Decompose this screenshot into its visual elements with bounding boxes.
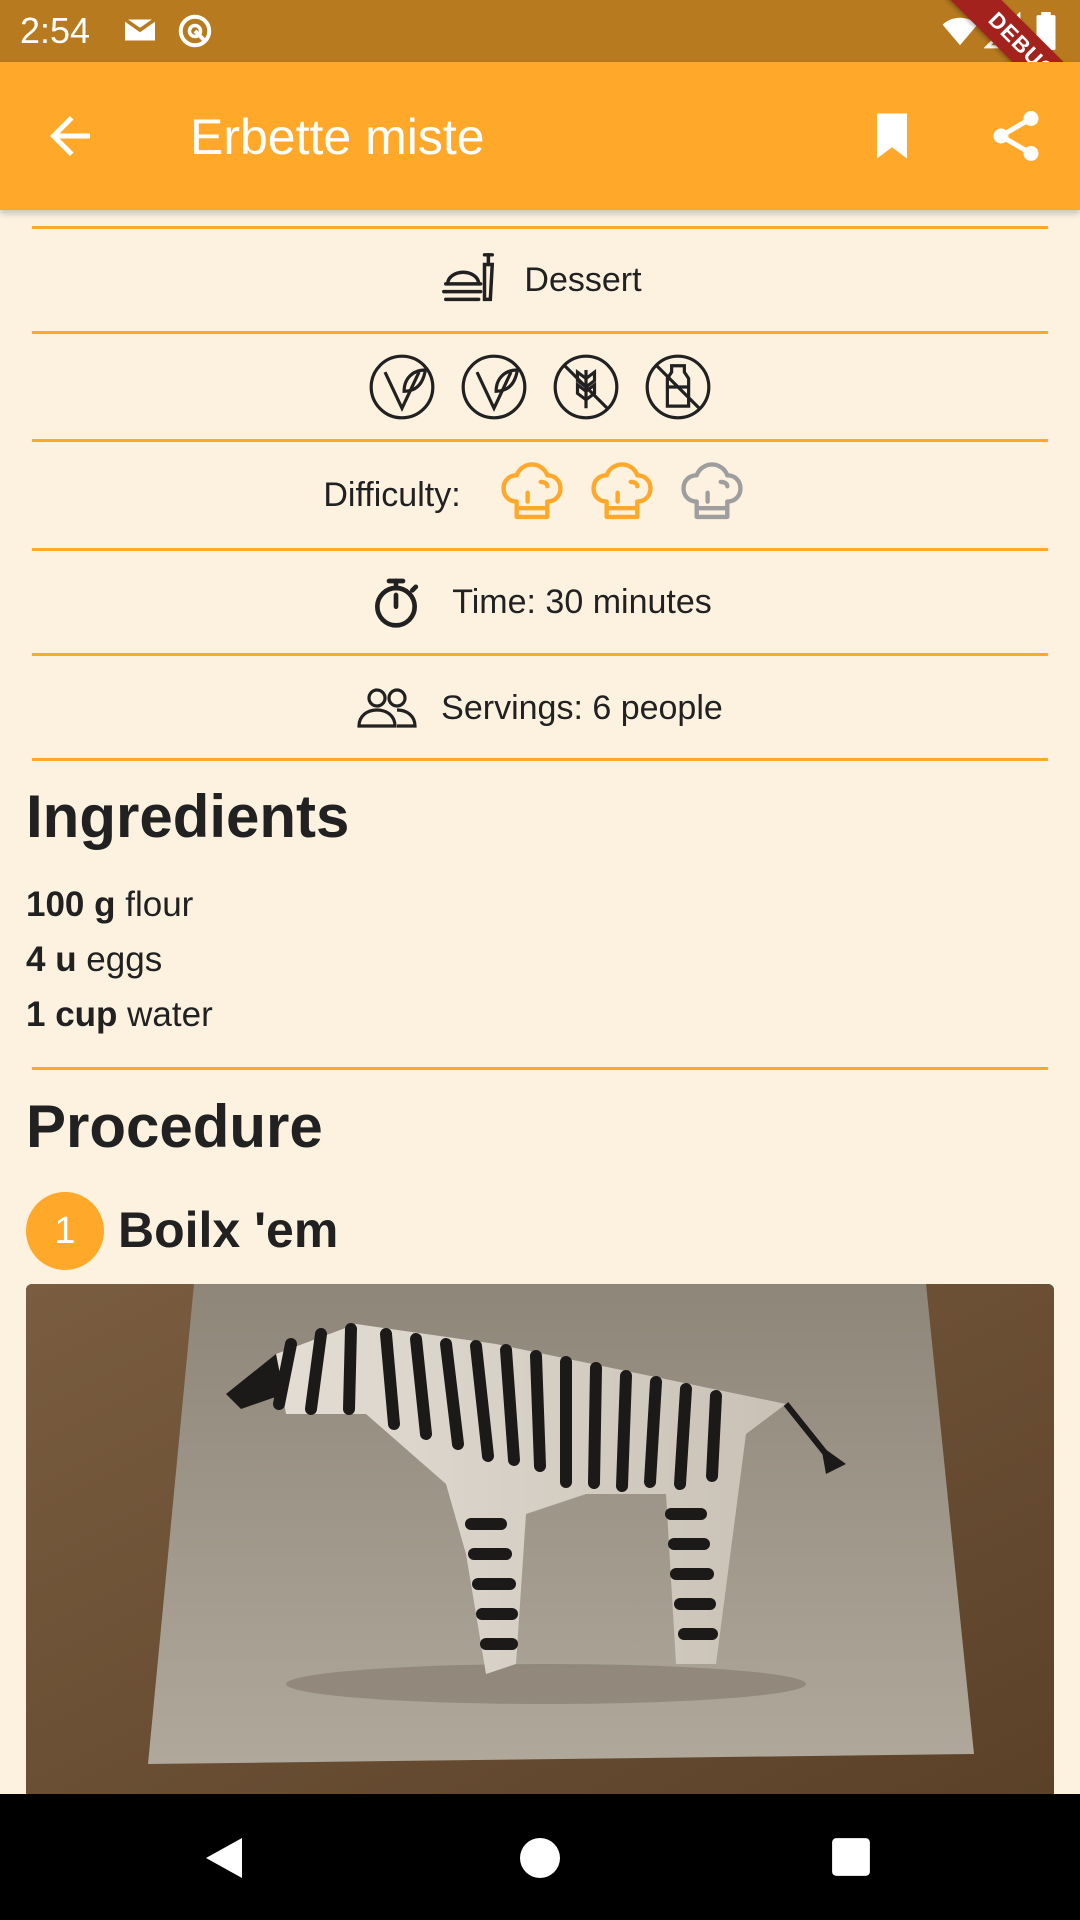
page-title: Erbette miste — [190, 109, 485, 165]
time-text: Time: 30 minutes — [452, 583, 712, 621]
share-icon[interactable] — [986, 106, 1046, 166]
ingredient-name: eggs — [76, 940, 163, 979]
time-row: Time: 30 minutes — [32, 550, 1048, 654]
app-bar: Erbette miste — [0, 62, 1080, 210]
dessert-icon — [442, 253, 495, 302]
ingredient-quantity: 100 g — [26, 885, 116, 924]
chef-hat-empty-icon — [681, 462, 743, 520]
procedure-title: Procedure — [26, 1093, 323, 1160]
lactose-free-icon — [645, 354, 711, 420]
vegetarian-icon — [369, 354, 435, 420]
divider — [32, 1067, 1048, 1070]
step-image — [26, 1284, 1054, 1794]
ingredient-name: water — [117, 995, 213, 1034]
gluten-free-icon — [553, 354, 619, 420]
status-time: 2:54 — [20, 10, 91, 51]
difficulty-label: Difficulty: — [323, 476, 461, 514]
people-icon — [357, 688, 417, 728]
home-circle-icon[interactable] — [518, 1836, 562, 1880]
ingredients-title: Ingredients — [26, 783, 350, 850]
ingredient-name: flour — [115, 885, 194, 924]
sync-icon — [178, 14, 212, 48]
divider — [32, 758, 1048, 761]
back-triangle-icon[interactable] — [202, 1834, 246, 1882]
difficulty-row: Difficulty: — [32, 442, 1048, 548]
step-title: Boilx 'em — [118, 1202, 339, 1258]
step-image-zebra — [26, 1284, 1054, 1794]
stopwatch-icon — [375, 578, 419, 628]
status-bar: 2:54 DEBUG — [0, 0, 1080, 137]
gmail-icon — [123, 18, 157, 41]
ingredient-quantity: 4 u — [26, 940, 77, 979]
chef-hat-filled-icon — [501, 462, 563, 520]
step-number-badge: 1 — [26, 1192, 104, 1270]
vegan-icon — [461, 354, 527, 420]
category-row: Dessert — [32, 228, 1048, 332]
diet-row — [32, 334, 1048, 440]
ingredient-item: 1 cup water — [26, 994, 213, 1036]
category-text: Dessert — [524, 261, 642, 299]
back-arrow-icon[interactable] — [40, 106, 100, 166]
ingredient-item: 4 u eggs — [26, 939, 162, 981]
difficulty-rating — [487, 460, 757, 530]
recents-square-icon[interactable] — [830, 1836, 872, 1878]
ingredient-quantity: 1 cup — [26, 995, 118, 1034]
system-nav-bar — [0, 1794, 1080, 1920]
bookmark-icon[interactable] — [862, 106, 922, 166]
ingredient-item: 100 g flour — [26, 884, 193, 926]
chef-hat-filled-icon — [591, 462, 653, 520]
servings-row: Servings: 6 people — [32, 656, 1048, 760]
servings-text: Servings: 6 people — [441, 689, 723, 727]
